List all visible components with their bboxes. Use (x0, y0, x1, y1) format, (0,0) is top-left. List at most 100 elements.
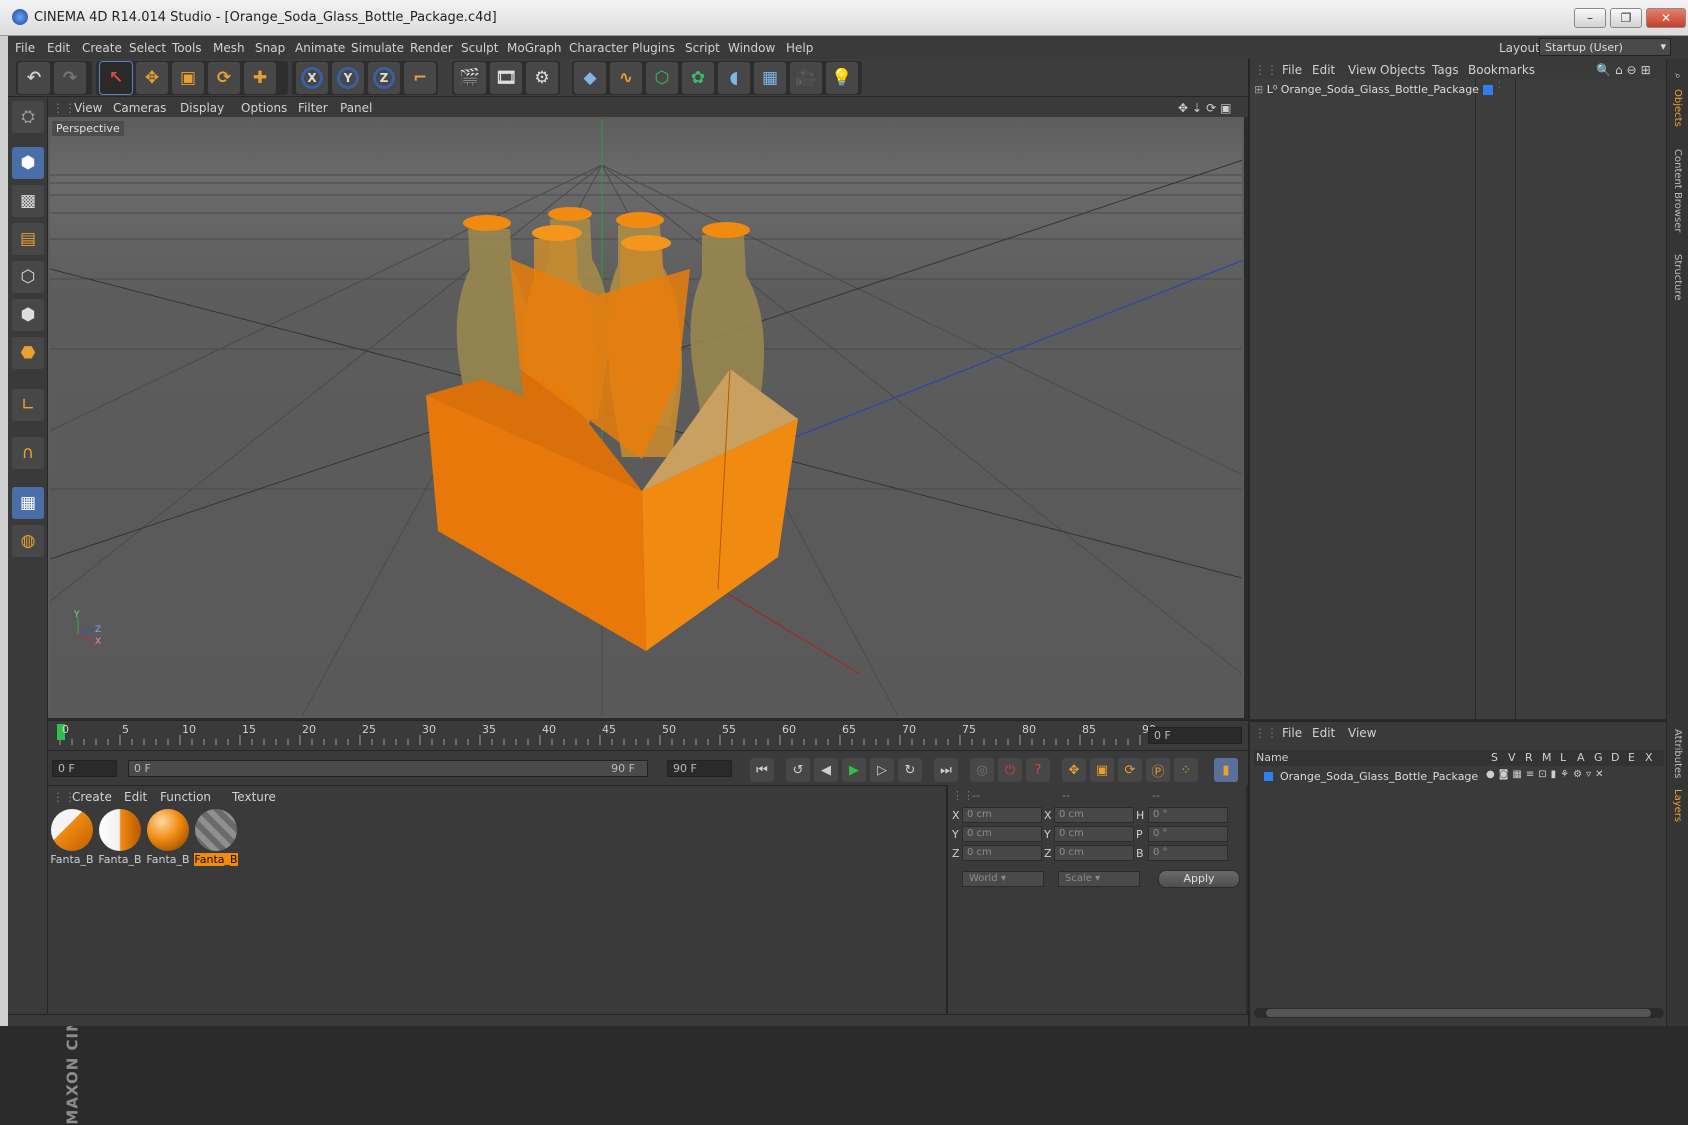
deformer-icon[interactable]: ◖ (718, 62, 750, 94)
autokey-icon[interactable]: ⏻ (998, 758, 1022, 782)
timeline-window-icon[interactable]: ▮ (1214, 758, 1238, 782)
points-mode-icon[interactable]: ⬡ (12, 261, 44, 293)
position-z-field[interactable]: 0 cm (962, 845, 1042, 861)
layout-dropdown[interactable]: Startup (User) (1539, 38, 1671, 56)
object-row[interactable]: ⊞ L⁰ Orange_Soda_Glass_Bottle_Package (1254, 83, 1479, 96)
tab-objects[interactable]: Objects (1672, 89, 1683, 127)
z-axis-lock-icon[interactable]: Z (368, 62, 400, 94)
goto-prev-key-icon[interactable]: ↺ (786, 758, 810, 782)
rotate-icon[interactable]: ⟳ (208, 62, 240, 94)
move-icon[interactable]: ✥ (136, 62, 168, 94)
keyframe-selection-icon[interactable]: ? (1026, 758, 1050, 782)
material-swatch[interactable]: Fanta_B (146, 809, 190, 866)
light-icon[interactable]: 💡 (826, 62, 858, 94)
size-mode-dropdown[interactable]: Scale ▾ (1058, 871, 1140, 887)
expand-icon[interactable]: ⊞ (1254, 83, 1263, 96)
material-menu-texture[interactable]: Texture (232, 790, 276, 804)
material-swatch[interactable]: Fanta_B (98, 809, 142, 866)
edges-mode-icon[interactable]: ⬢ (12, 299, 44, 331)
live-select-icon[interactable]: ↖ (99, 61, 133, 95)
undo-icon[interactable]: ↶ (18, 62, 50, 94)
layer-toggle-icons[interactable]: ●◙▦≡⊡▮⚘⚙▿✕ (1486, 769, 1607, 780)
cube-primitive-icon[interactable]: ◆ (574, 62, 606, 94)
material-swatch[interactable]: Fanta_B (50, 809, 94, 866)
position-x-field[interactable]: 0 cm (962, 807, 1042, 823)
goto-start-icon[interactable]: ⏮ (750, 758, 774, 782)
viewport-menu-options[interactable]: Options (241, 101, 287, 115)
render-view-icon[interactable]: 🎬 (454, 62, 486, 94)
menu-plugins[interactable]: Plugins (632, 41, 675, 55)
x-axis-lock-icon[interactable]: X (296, 62, 328, 94)
viewport-menu-filter[interactable]: Filter (298, 101, 328, 115)
solo-icon[interactable]: ◍ (12, 525, 44, 557)
add-tool-icon[interactable]: ✚ (244, 62, 276, 94)
menu-simulate[interactable]: Simulate (351, 41, 404, 55)
texture-mode-icon[interactable]: ▩ (12, 185, 44, 217)
menu-script[interactable]: Script (685, 41, 720, 55)
restore-button[interactable]: ❐ (1610, 8, 1642, 28)
spline-icon[interactable]: ∿ (610, 62, 642, 94)
key-pla-icon[interactable]: ⁘ (1174, 758, 1198, 782)
horizontal-scrollbar[interactable] (1254, 1008, 1664, 1018)
material-swatch-selected[interactable]: Fanta_B (194, 809, 238, 866)
layer-menu-edit[interactable]: Edit (1312, 726, 1335, 740)
object-menu-tags[interactable]: Tags (1432, 63, 1459, 77)
step-forward-icon[interactable]: ▷ (870, 758, 894, 782)
scrollbar-thumb[interactable] (1266, 1009, 1651, 1017)
viewport-menu-panel[interactable]: Panel (340, 101, 372, 115)
menu-file[interactable]: File (15, 41, 35, 55)
menu-tools[interactable]: Tools (172, 41, 202, 55)
tab-structure[interactable]: Structure (1672, 254, 1683, 301)
camera-icon[interactable]: 🎥 (790, 62, 822, 94)
size-z-field[interactable]: 0 cm (1054, 845, 1134, 861)
menu-sculpt[interactable]: Sculpt (461, 41, 498, 55)
rotation-h-field[interactable]: 0 ° (1148, 807, 1228, 823)
make-editable-icon[interactable]: ⛭ (12, 101, 44, 133)
side-search-icon[interactable]: ⌕ (1672, 73, 1683, 79)
object-search-home-icons[interactable]: 🔍⌂⊖⊞ (1596, 63, 1655, 77)
material-menu-edit[interactable]: Edit (124, 790, 147, 804)
material-menu-function[interactable]: Function (160, 790, 211, 804)
rotation-b-field[interactable]: 0 ° (1148, 845, 1228, 861)
tab-layers[interactable]: Layers (1672, 789, 1683, 822)
y-axis-lock-icon[interactable]: Y (332, 62, 364, 94)
timeline-ruler[interactable]: 051015202530354045505560657075808590 0 F (48, 720, 1248, 750)
minimize-button[interactable]: – (1574, 8, 1606, 28)
snap-magnet-icon[interactable]: ∩ (12, 437, 44, 469)
rotation-p-field[interactable]: 0 ° (1148, 826, 1228, 842)
array-icon[interactable]: ✿ (682, 62, 714, 94)
workplane-lock-icon[interactable]: ▦ (12, 487, 44, 519)
viewport-menu-cameras[interactable]: Cameras (113, 101, 166, 115)
coordinate-mode-dropdown[interactable]: World ▾ (962, 871, 1044, 887)
object-menu-edit[interactable]: Edit (1312, 63, 1335, 77)
redo-icon[interactable]: ↷ (54, 62, 86, 94)
close-button[interactable]: ✕ (1646, 8, 1686, 28)
menu-render[interactable]: Render (410, 41, 453, 55)
menu-mesh[interactable]: Mesh (213, 41, 245, 55)
key-scale-icon[interactable]: ▣ (1090, 758, 1114, 782)
key-parameter-icon[interactable]: Ⓟ (1146, 758, 1170, 782)
record-keys-icon[interactable]: ◎ (970, 758, 994, 782)
start-frame-field[interactable]: 0 F (52, 760, 117, 777)
nurbs-icon[interactable]: ⬡ (646, 62, 678, 94)
goto-end-icon[interactable]: ⏭ (934, 758, 958, 782)
step-back-icon[interactable]: ◀ (814, 758, 838, 782)
viewport-navigation-icons[interactable]: ✥⇣⟳▣ (1178, 101, 1236, 115)
visibility-dots-icon[interactable]: ⁚ (1498, 81, 1501, 91)
workplane-mode-icon[interactable]: ▤ (12, 223, 44, 255)
material-menu-create[interactable]: Create (72, 790, 112, 804)
key-position-icon[interactable]: ✥ (1062, 758, 1086, 782)
apply-button[interactable]: Apply (1158, 870, 1240, 888)
viewport-menu-view[interactable]: View (74, 101, 102, 115)
current-frame-field[interactable]: 0 F (1148, 727, 1242, 744)
viewport-menu-display[interactable]: Display (180, 101, 224, 115)
goto-next-key-icon[interactable]: ↻ (898, 758, 922, 782)
position-y-field[interactable]: 0 cm (962, 826, 1042, 842)
menu-select[interactable]: Select (129, 41, 166, 55)
menu-character[interactable]: Character (569, 41, 628, 55)
menu-create[interactable]: Create (82, 41, 122, 55)
frame-range-slider[interactable]: 0 F 90 F (128, 760, 648, 777)
polygons-mode-icon[interactable]: ⬣ (12, 337, 44, 369)
menu-window[interactable]: Window (728, 41, 775, 55)
coordinate-system-icon[interactable]: ⌐ (404, 62, 436, 94)
